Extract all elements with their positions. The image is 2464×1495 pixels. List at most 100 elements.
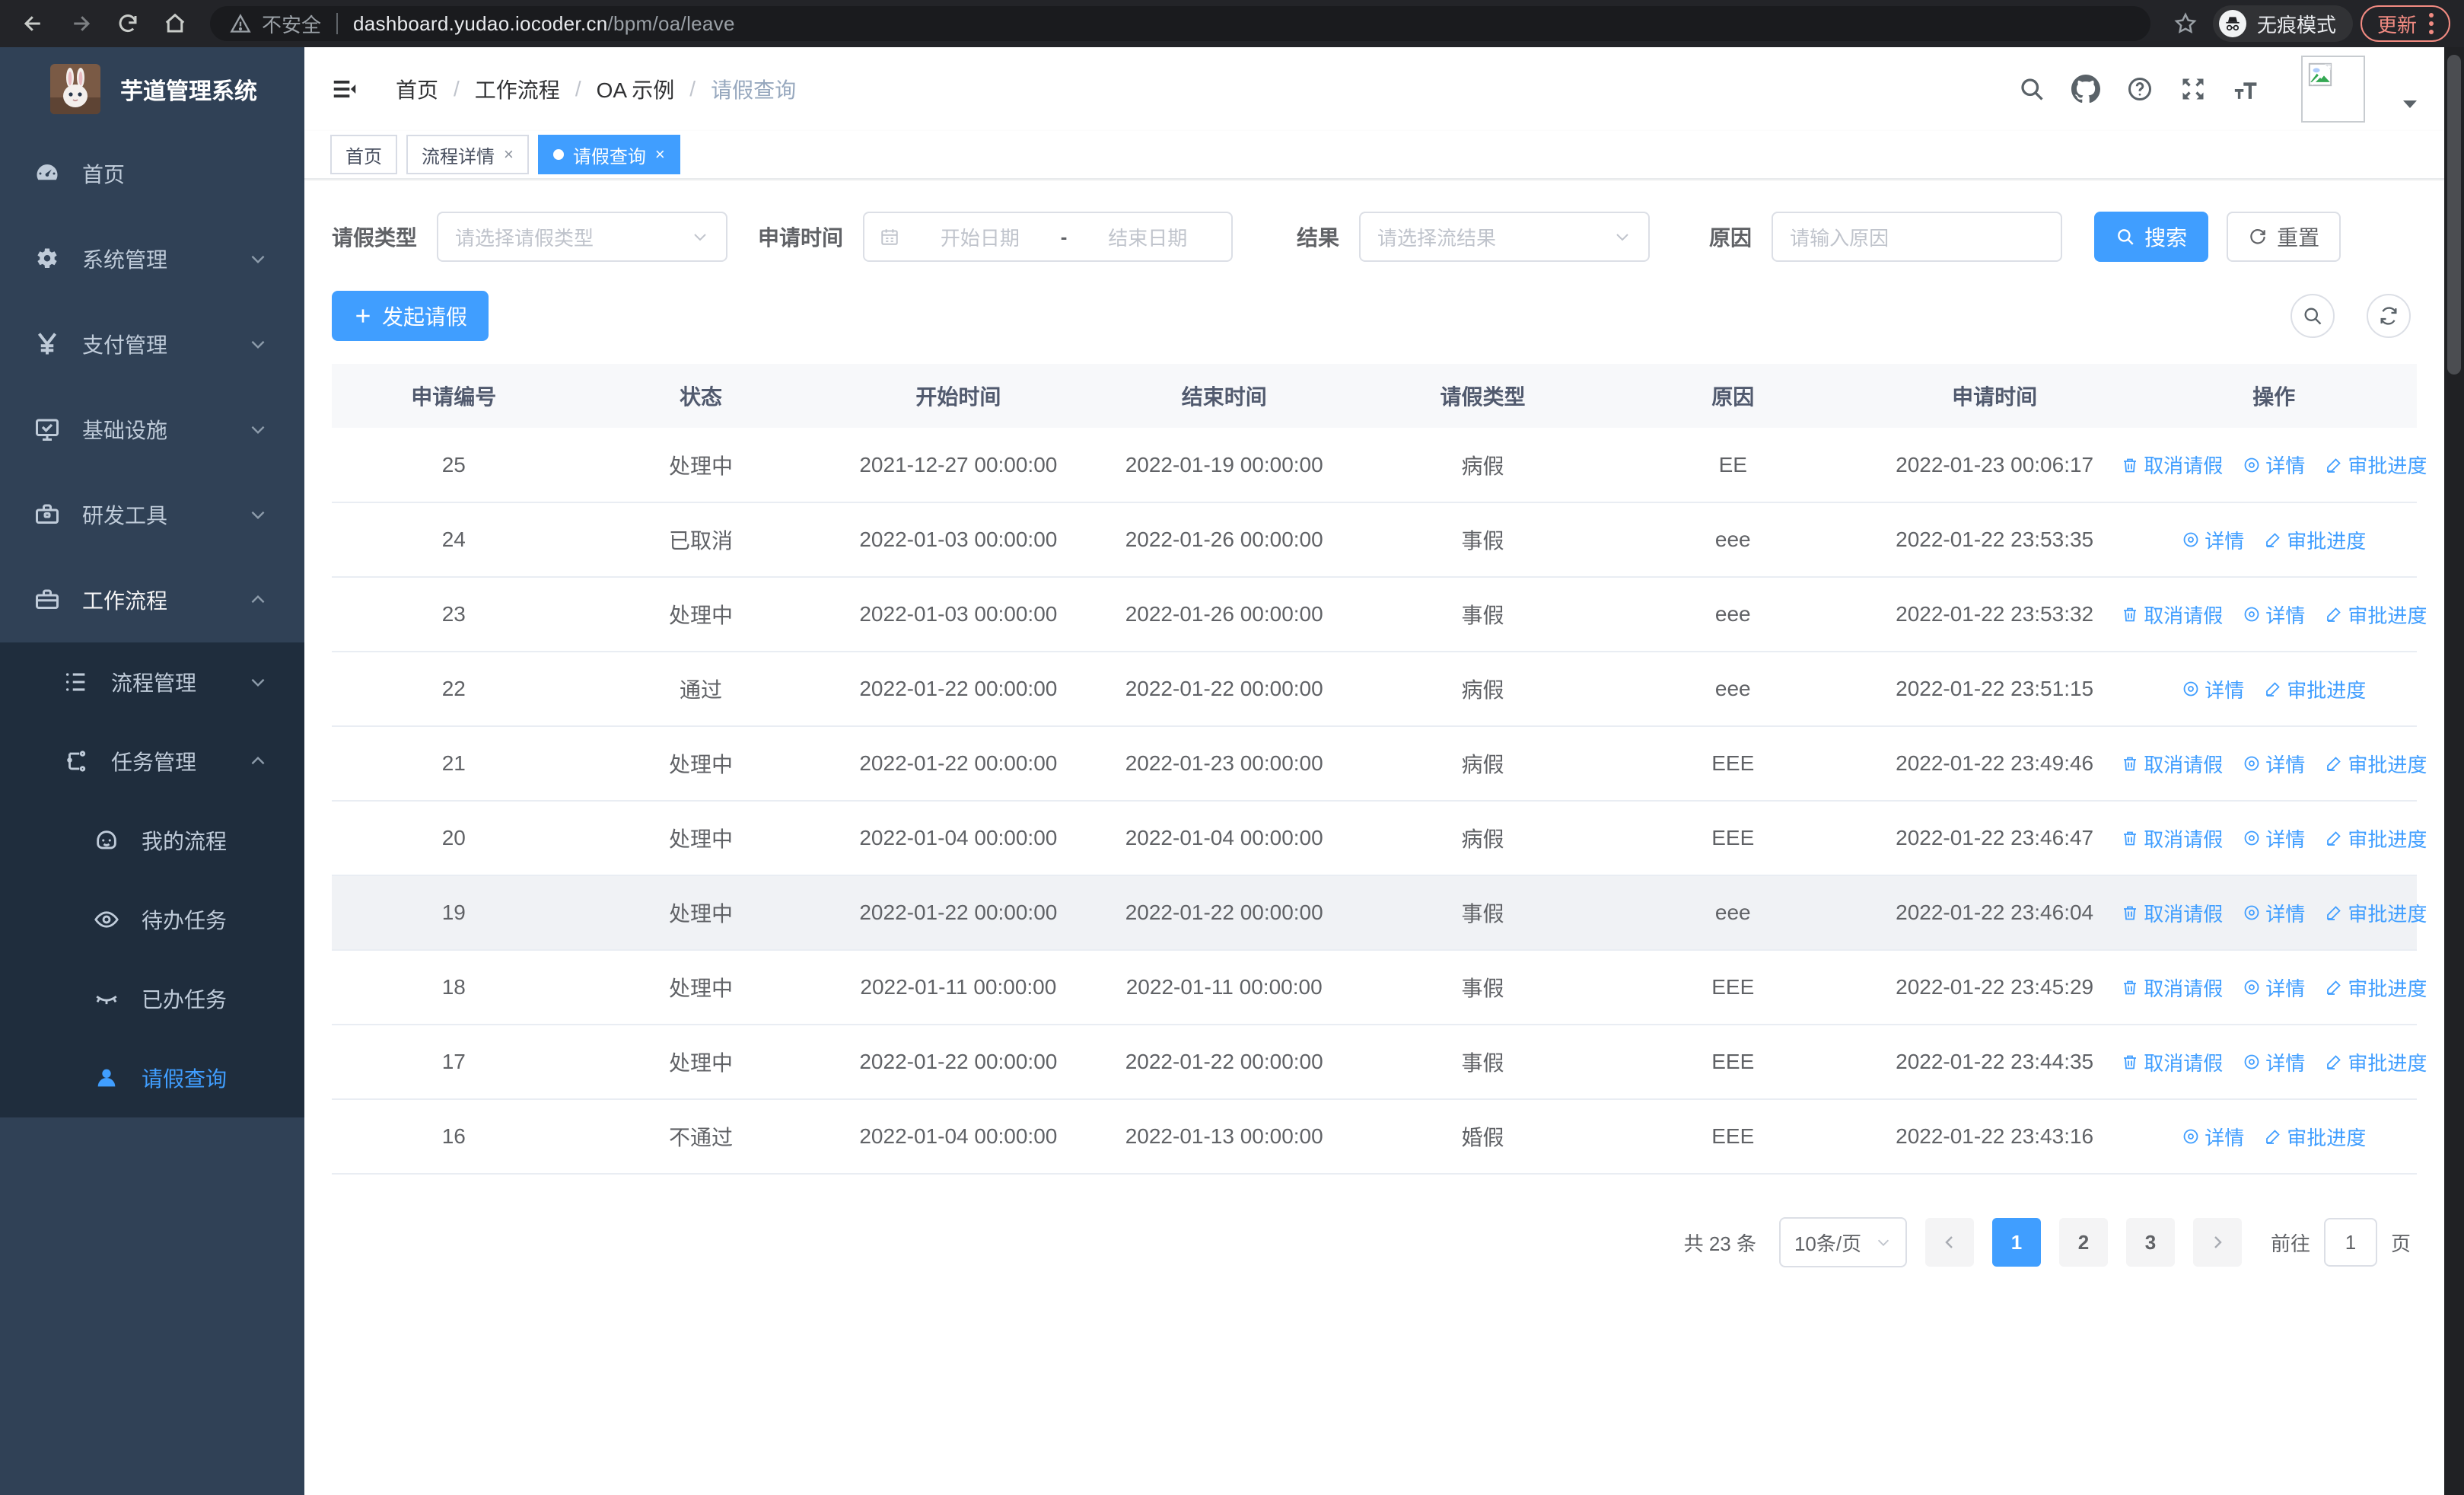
cell-actions: 取消请假 详情 审批进度: [2124, 726, 2427, 802]
cancel-leave-link[interactable]: 取消请假: [2121, 1048, 2223, 1076]
apply-time-range-picker[interactable]: 开始日期 - 结束日期: [863, 212, 1234, 262]
approval-progress-link[interactable]: 审批进度: [2264, 526, 2366, 554]
browser-update-button[interactable]: 更新: [2360, 5, 2450, 42]
page-button-2[interactable]: 2: [2058, 1218, 2108, 1267]
detail-link[interactable]: 详情: [2182, 1123, 2244, 1151]
detail-link[interactable]: 详情: [2243, 899, 2305, 927]
app-logo-row[interactable]: 芋道管理系统: [0, 47, 304, 131]
update-label: 更新: [2376, 13, 2417, 37]
cancel-leave-link[interactable]: 取消请假: [2121, 750, 2223, 778]
window-scrollbar[interactable]: [2444, 47, 2464, 1495]
sidebar-item-home[interactable]: 首页: [0, 131, 304, 216]
reset-button[interactable]: 重置: [2227, 212, 2341, 262]
cancel-leave-link[interactable]: 取消请假: [2121, 974, 2223, 1002]
cell-leave-type: 事假: [1358, 502, 1608, 578]
sidebar-fold-icon[interactable]: [330, 75, 359, 104]
avatar-caret-icon[interactable]: [2402, 98, 2418, 110]
close-icon[interactable]: ×: [504, 145, 514, 164]
goto-page-input[interactable]: 1: [2323, 1218, 2377, 1267]
breadcrumb-item[interactable]: 工作流程: [475, 74, 560, 104]
sidebar-item-workflow[interactable]: 工作流程: [0, 557, 304, 642]
create-leave-label: 发起请假: [382, 305, 468, 329]
calendar-icon: [880, 227, 899, 247]
sidebar-item-task-mgmt[interactable]: 任务管理: [0, 722, 304, 801]
approval-progress-link[interactable]: 审批进度: [2325, 451, 2427, 479]
create-leave-button[interactable]: 发起请假: [332, 291, 489, 341]
approval-progress-link[interactable]: 审批进度: [2325, 899, 2427, 927]
address-bar[interactable]: 不安全 dashboard.yudao.iocoder.cn/bpm/oa/le…: [210, 6, 2150, 41]
tab-leave-query[interactable]: 请假查询 ×: [537, 135, 680, 174]
sidebar-item-my-process[interactable]: 我的流程: [0, 801, 304, 880]
sidebar-item-infrastructure[interactable]: 基础设施: [0, 387, 304, 472]
cell-reason: eee: [1607, 652, 1858, 727]
back-icon[interactable]: [14, 6, 53, 41]
approval-progress-link[interactable]: 审批进度: [2264, 1123, 2366, 1151]
cancel-leave-link[interactable]: 取消请假: [2121, 824, 2223, 853]
cell-actions: 取消请假 详情 审批进度: [2131, 652, 2417, 727]
url-text[interactable]: dashboard.yudao.iocoder.cn/bpm/oa/leave: [353, 12, 735, 36]
leave-type-select[interactable]: 请选择请假类型: [437, 212, 728, 262]
font-size-icon[interactable]: [2233, 75, 2263, 103]
avatar[interactable]: [2301, 56, 2365, 123]
security-label[interactable]: 不安全: [262, 10, 321, 38]
detail-link[interactable]: 详情: [2182, 675, 2244, 703]
sidebar-item-system[interactable]: 系统管理: [0, 216, 304, 301]
page-button-1[interactable]: 1: [1991, 1218, 2041, 1267]
sidebar-item-leave-query[interactable]: 请假查询: [0, 1038, 304, 1117]
tab-process-detail[interactable]: 流程详情 ×: [406, 135, 529, 174]
select-placeholder: 请选择请假类型: [455, 226, 594, 250]
home-icon[interactable]: [155, 6, 195, 41]
cell-reason: EE: [1607, 428, 1858, 503]
approval-progress-link[interactable]: 审批进度: [2325, 601, 2427, 629]
forward-icon[interactable]: [61, 6, 100, 41]
sidebar-item-done-tasks[interactable]: 已办任务: [0, 959, 304, 1038]
scrollbar-thumb[interactable]: [2447, 55, 2461, 375]
fullscreen-icon[interactable]: [2179, 75, 2207, 103]
reload-icon[interactable]: [108, 6, 148, 41]
approval-progress-link[interactable]: 审批进度: [2264, 675, 2366, 703]
help-icon[interactable]: [2126, 75, 2154, 103]
sidebar-item-payment[interactable]: 支付管理: [0, 301, 304, 387]
detail-link[interactable]: 详情: [2182, 526, 2244, 554]
page-size-select[interactable]: 10条/页: [1778, 1217, 1907, 1267]
cancel-leave-link[interactable]: 取消请假: [2121, 601, 2223, 629]
breadcrumb-item[interactable]: OA 示例: [597, 74, 675, 104]
close-icon[interactable]: ×: [655, 145, 665, 164]
search-button[interactable]: 搜索: [2094, 212, 2209, 262]
refresh-icon-button[interactable]: [2367, 294, 2411, 338]
detail-link[interactable]: 详情: [2243, 601, 2305, 629]
breadcrumb-item[interactable]: 首页: [396, 74, 438, 104]
result-select[interactable]: 请选择流结果: [1359, 212, 1651, 262]
next-page-button[interactable]: [2192, 1218, 2242, 1267]
approval-progress-link[interactable]: 审批进度: [2325, 824, 2427, 853]
reason-input[interactable]: 请输入原因: [1772, 212, 2063, 262]
search-button-label: 搜索: [2144, 226, 2188, 250]
cell-end-time: 2022-01-26 00:00:00: [1090, 502, 1358, 578]
browser-menu-icon[interactable]: [2429, 13, 2434, 34]
tab-home[interactable]: 首页: [330, 135, 397, 174]
detail-link[interactable]: 详情: [2243, 824, 2305, 853]
detail-link[interactable]: 详情: [2243, 1048, 2305, 1076]
detail-link[interactable]: 详情: [2243, 750, 2305, 778]
search-icon[interactable]: [2018, 75, 2045, 103]
prev-page-button[interactable]: [1924, 1218, 1974, 1267]
cell-status: 已取消: [575, 502, 826, 578]
sidebar-item-devtools[interactable]: 研发工具: [0, 472, 304, 557]
cell-apply-time: 2022-01-22 23:43:16: [1858, 1099, 2131, 1175]
approval-progress-link[interactable]: 审批进度: [2325, 1048, 2427, 1076]
sidebar-item-process-mgmt[interactable]: 流程管理: [0, 642, 304, 722]
approval-progress-link[interactable]: 审批进度: [2325, 974, 2427, 1002]
approval-progress-link[interactable]: 审批进度: [2325, 750, 2427, 778]
cancel-leave-link[interactable]: 取消请假: [2121, 899, 2223, 927]
detail-link[interactable]: 详情: [2243, 974, 2305, 1002]
sidebar-item-todo-tasks[interactable]: 待办任务: [0, 880, 304, 959]
hide-search-icon-button[interactable]: [2291, 294, 2335, 338]
tabs-bar: 首页 流程详情 × 请假查询 ×: [304, 131, 2444, 180]
monitor-icon: [32, 416, 62, 443]
detail-link[interactable]: 详情: [2243, 451, 2305, 479]
cell-apply-time: 2022-01-23 00:06:17: [1858, 428, 2131, 503]
bookmark-star-icon[interactable]: [2166, 6, 2205, 41]
cancel-leave-link[interactable]: 取消请假: [2121, 451, 2223, 479]
github-icon[interactable]: [2071, 75, 2100, 104]
page-button-3[interactable]: 3: [2125, 1218, 2175, 1267]
